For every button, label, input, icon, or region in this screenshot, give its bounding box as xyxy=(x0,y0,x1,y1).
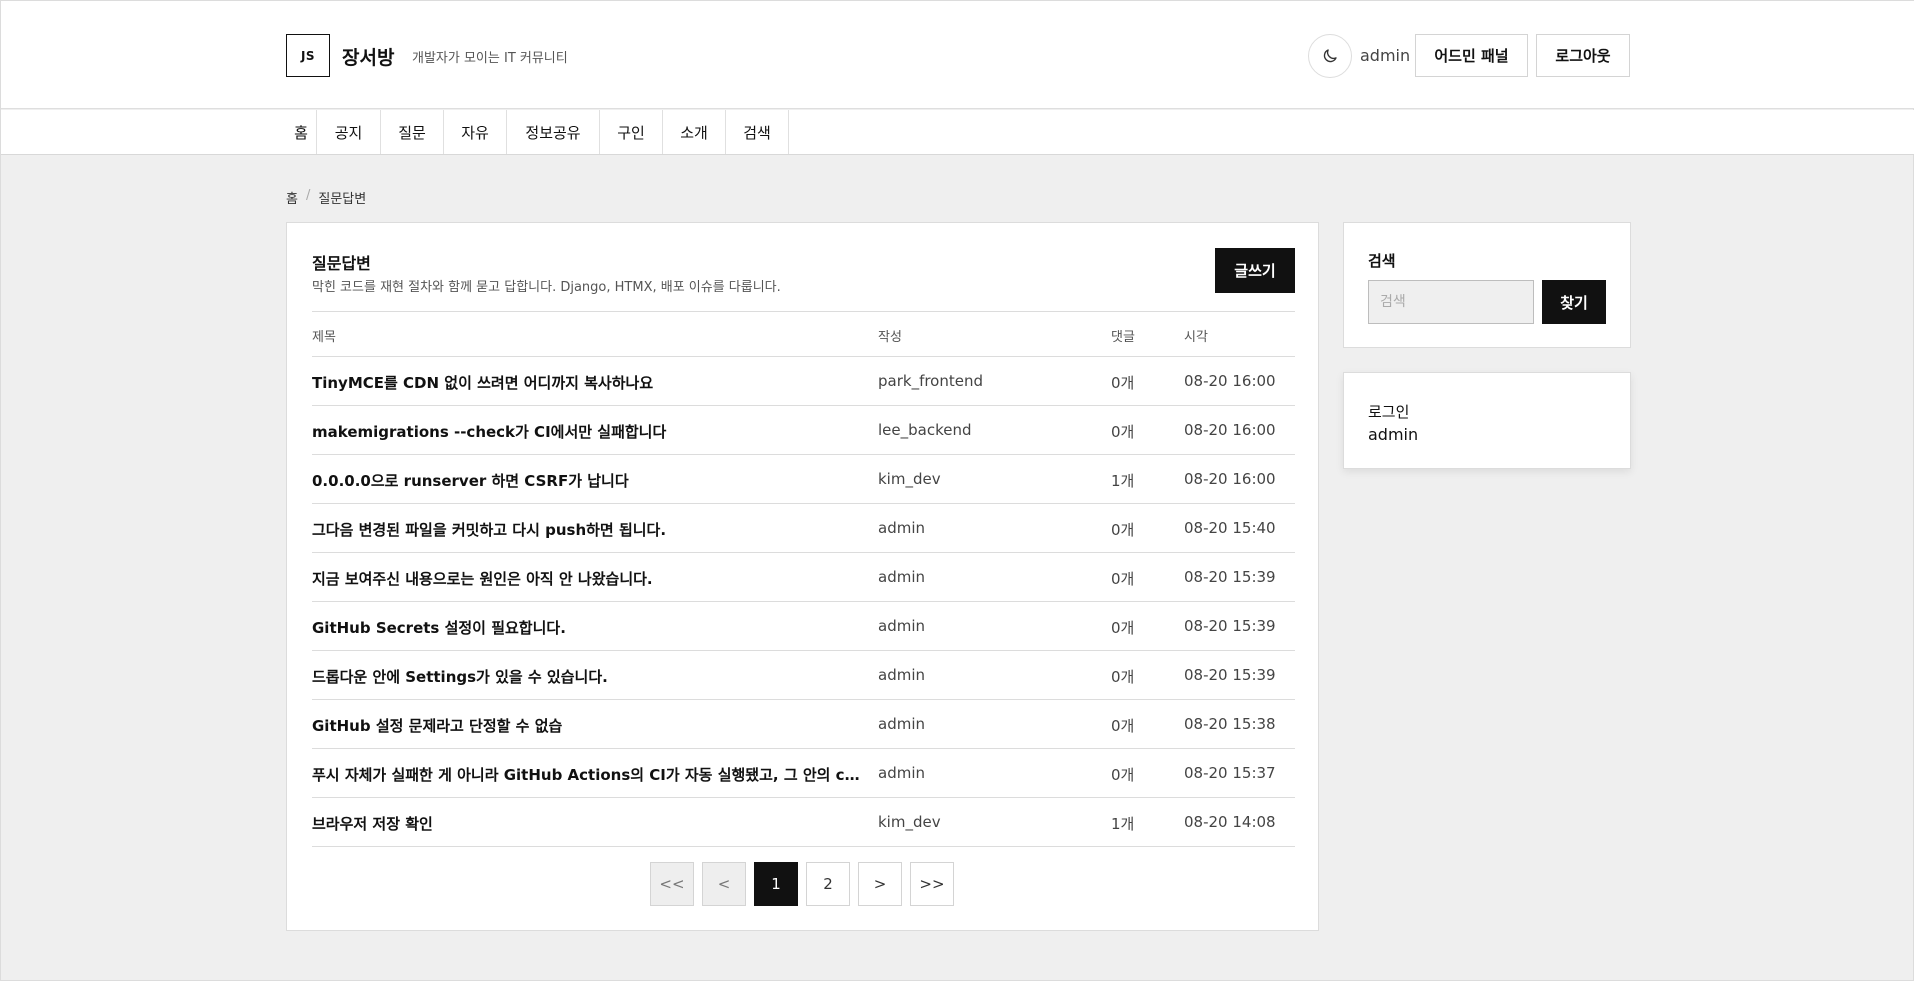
post-comment-count: 0개 xyxy=(1111,766,1135,784)
post-comment-count: 0개 xyxy=(1111,717,1135,735)
page-frame: JS 장서방 개발자가 모이는 IT 커뮤니티 admin 어드민 패널 로그아… xyxy=(0,0,1914,981)
post-time: 08-20 16:00 xyxy=(1184,372,1276,390)
main-nav: 홈 공지 질문 자유 정보공유 구인 소개 검색 xyxy=(1,110,1914,155)
post-title[interactable]: 그다음 변경된 파일을 커밋하고 다시 push하면 됩니다. xyxy=(312,519,860,540)
pagination-last-button[interactable]: >> xyxy=(910,862,954,906)
post-title[interactable]: 브라우저 저장 확인 xyxy=(312,813,860,834)
column-header-time: 시각 xyxy=(1184,330,1208,345)
post-comment-count: 1개 xyxy=(1111,815,1135,833)
breadcrumb-separator: / xyxy=(305,188,311,203)
post-author: admin xyxy=(878,715,925,733)
table-row[interactable]: GitHub 설정 문제라고 단정할 수 없습 admin 0개 08-20 1… xyxy=(312,700,1295,749)
post-author: admin xyxy=(878,568,925,586)
post-title[interactable]: TinyMCE를 CDN 없이 쓰려면 어디까지 복사하나요 xyxy=(312,372,860,393)
post-comment-count: 0개 xyxy=(1111,374,1135,392)
board-card: 질문답변 막힌 코드를 재현 절차와 함께 묻고 답합니다. Django, H… xyxy=(286,222,1319,931)
nav-item-qna[interactable]: 질문 xyxy=(381,110,443,154)
table-header: 제목 작성 댓글 시각 xyxy=(312,311,1295,357)
post-time: 08-20 16:00 xyxy=(1184,421,1276,439)
column-header-comments: 댓글 xyxy=(1111,330,1135,345)
post-time: 08-20 15:39 xyxy=(1184,568,1276,586)
post-time: 08-20 15:39 xyxy=(1184,617,1276,635)
post-time: 08-20 14:08 xyxy=(1184,813,1276,831)
post-author: kim_dev xyxy=(878,470,941,488)
search-submit-button[interactable]: 찾기 xyxy=(1542,280,1606,324)
post-title[interactable]: 푸시 자체가 실패한 게 아니라 GitHub Actions의 CI가 자동 … xyxy=(312,764,860,785)
nav-item-jobs[interactable]: 구인 xyxy=(600,110,662,154)
post-time: 08-20 15:39 xyxy=(1184,666,1276,684)
table-row[interactable]: 0.0.0.0으로 runserver 하면 CSRF가 납니다 kim_dev… xyxy=(312,455,1295,504)
post-author: admin xyxy=(878,617,925,635)
post-title[interactable]: 드롭다운 안에 Settings가 있을 수 있습니다. xyxy=(312,666,860,687)
pagination-next-button[interactable]: > xyxy=(858,862,902,906)
table-row[interactable]: 브라우저 저장 확인 kim_dev 1개 08-20 14:08 xyxy=(312,798,1295,847)
nav-item-search[interactable]: 검색 xyxy=(726,110,788,154)
search-input[interactable] xyxy=(1368,280,1534,324)
post-comment-count: 0개 xyxy=(1111,668,1135,686)
nav-divider xyxy=(788,110,789,154)
board-title: 질문답변 xyxy=(312,254,371,273)
post-title[interactable]: GitHub Secrets 설정이 필요합니다. xyxy=(312,617,860,638)
pagination-page-1[interactable]: 1 xyxy=(754,862,798,906)
pagination-prev-button[interactable]: < xyxy=(702,862,746,906)
post-author: admin xyxy=(878,519,925,537)
nav-item-about[interactable]: 소개 xyxy=(663,110,725,154)
post-author: lee_backend xyxy=(878,421,972,439)
moon-icon xyxy=(1323,49,1337,63)
post-comment-count: 0개 xyxy=(1111,570,1135,588)
table-row[interactable]: 그다음 변경된 파일을 커밋하고 다시 push하면 됩니다. admin 0개… xyxy=(312,504,1295,553)
sidebar-login-card: 로그인 admin xyxy=(1343,372,1631,469)
breadcrumb-current: 질문답변 xyxy=(318,192,367,207)
admin-panel-button[interactable]: 어드민 패널 xyxy=(1415,34,1528,77)
table-row[interactable]: GitHub Secrets 설정이 필요합니다. admin 0개 08-20… xyxy=(312,602,1295,651)
site-name[interactable]: 장서방 xyxy=(342,43,394,70)
sidebar-search-card: 검색 찾기 xyxy=(1343,222,1631,348)
post-author: kim_dev xyxy=(878,813,941,831)
site-description: 개발자가 모이는 IT 커뮤니티 xyxy=(412,51,568,66)
theme-toggle-button[interactable] xyxy=(1308,34,1352,78)
table-row[interactable]: TinyMCE를 CDN 없이 쓰려면 어디까지 복사하나요 park_fron… xyxy=(312,357,1295,406)
table-row[interactable]: 푸시 자체가 실패한 게 아니라 GitHub Actions의 CI가 자동 … xyxy=(312,749,1295,798)
post-time: 08-20 15:38 xyxy=(1184,715,1276,733)
post-comment-count: 1개 xyxy=(1111,472,1135,490)
table-row[interactable]: 지금 보여주신 내용으로는 원인은 아직 안 나왔습니다. admin 0개 0… xyxy=(312,553,1295,602)
table-row[interactable]: 드롭다운 안에 Settings가 있을 수 있습니다. admin 0개 08… xyxy=(312,651,1295,700)
breadcrumb: 홈 / 질문답변 xyxy=(286,188,366,207)
post-comment-count: 0개 xyxy=(1111,619,1135,637)
post-author: admin xyxy=(878,666,925,684)
nav-item-info[interactable]: 정보공유 xyxy=(507,110,599,154)
post-author: park_frontend xyxy=(878,372,984,390)
post-time: 08-20 15:37 xyxy=(1184,764,1276,782)
login-user-name: admin xyxy=(1368,425,1419,444)
post-title[interactable]: 지금 보여주신 내용으로는 원인은 아직 안 나왔습니다. xyxy=(312,568,860,589)
nav-item-free[interactable]: 자유 xyxy=(444,110,506,154)
write-post-button[interactable]: 글쓰기 xyxy=(1215,248,1295,293)
post-title[interactable]: 0.0.0.0으로 runserver 하면 CSRF가 납니다 xyxy=(312,470,860,491)
post-comment-count: 0개 xyxy=(1111,423,1135,441)
nav-item-notice[interactable]: 공지 xyxy=(317,110,380,154)
post-list: TinyMCE를 CDN 없이 쓰려면 어디까지 복사하나요 park_fron… xyxy=(312,357,1295,847)
breadcrumb-home[interactable]: 홈 xyxy=(286,188,298,207)
board-description: 막힌 코드를 재현 절차와 함께 묻고 답합니다. Django, HTMX, … xyxy=(312,280,781,295)
post-comment-count: 0개 xyxy=(1111,521,1135,539)
post-author: admin xyxy=(878,764,925,782)
pagination-first-button[interactable]: << xyxy=(650,862,694,906)
column-header-title: 제목 xyxy=(312,330,336,345)
post-title[interactable]: GitHub 설정 문제라고 단정할 수 없습 xyxy=(312,715,860,736)
site-header: JS 장서방 개발자가 모이는 IT 커뮤니티 admin 어드민 패널 로그아… xyxy=(1,1,1914,109)
logout-button[interactable]: 로그아웃 xyxy=(1536,34,1630,77)
post-time: 08-20 16:00 xyxy=(1184,470,1276,488)
header-user-name: admin xyxy=(1360,46,1411,65)
post-title[interactable]: makemigrations --check가 CI에서만 실패합니다 xyxy=(312,421,860,442)
sidebar-search-title: 검색 xyxy=(1368,252,1396,270)
login-status-label: 로그인 xyxy=(1368,403,1410,421)
post-time: 08-20 15:40 xyxy=(1184,519,1276,537)
column-header-author: 작성 xyxy=(878,330,902,345)
site-logo[interactable]: JS xyxy=(286,34,330,77)
pagination-page-2[interactable]: 2 xyxy=(806,862,850,906)
nav-item-home[interactable]: 홈 xyxy=(286,110,316,154)
table-row[interactable]: makemigrations --check가 CI에서만 실패합니다 lee_… xyxy=(312,406,1295,455)
